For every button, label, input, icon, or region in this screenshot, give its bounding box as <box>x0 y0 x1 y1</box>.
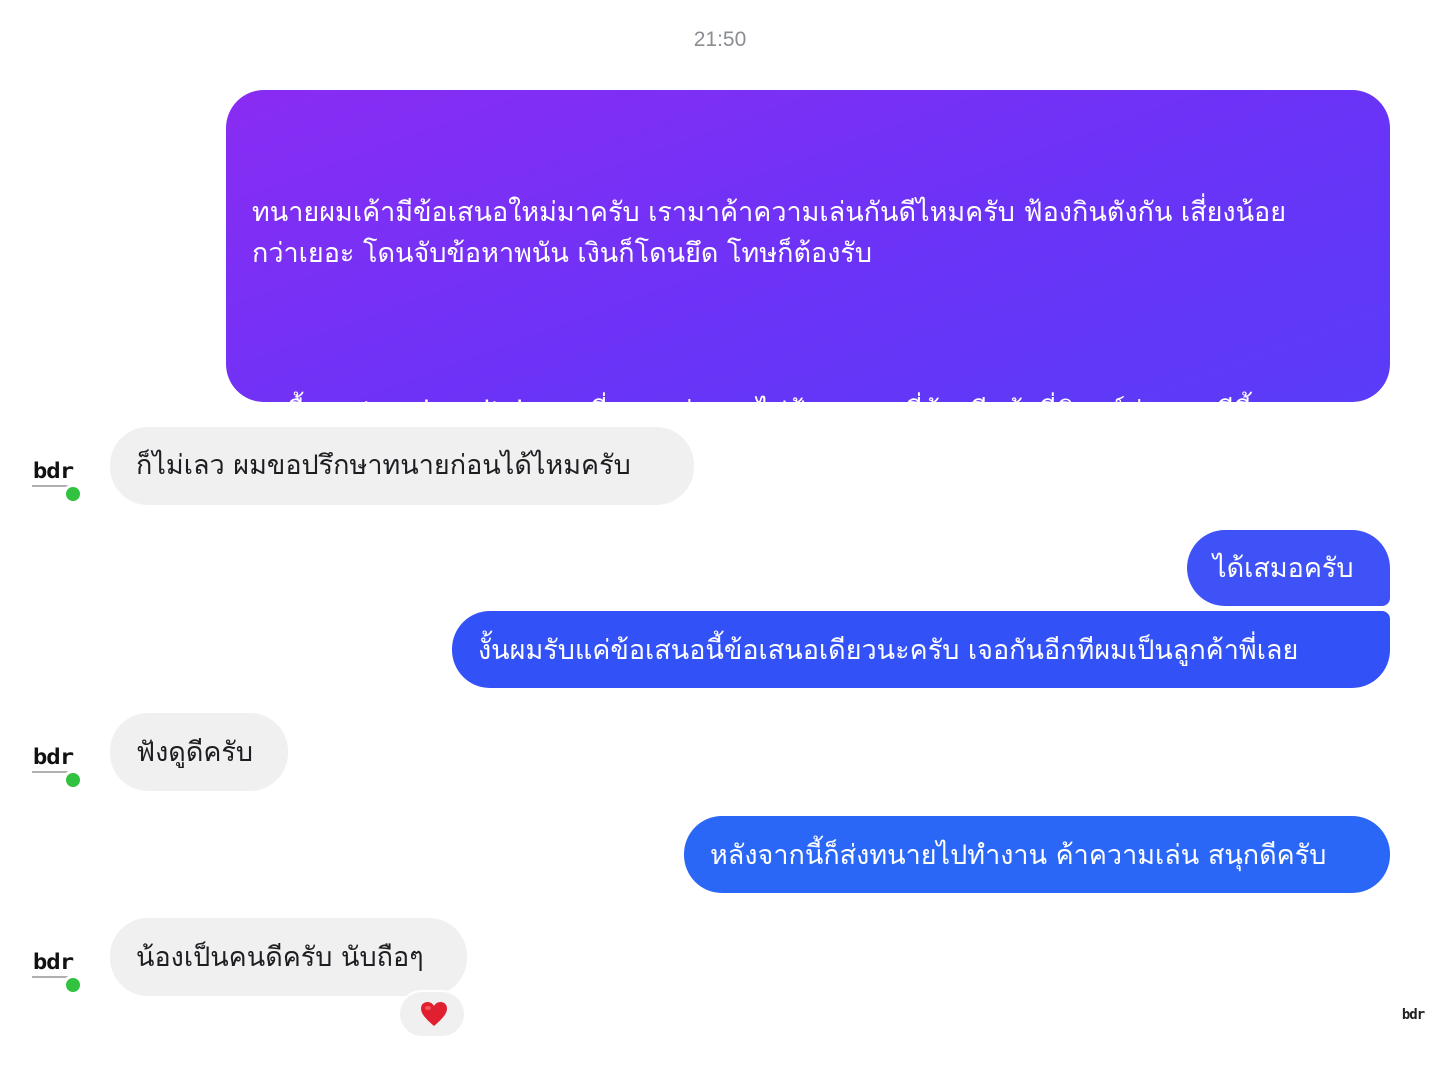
outgoing-message-bubble[interactable]: หลังจากนี้ก็ส่งทนายไปทำงาน ค้าความเล่น ส… <box>684 816 1390 893</box>
contact-avatar[interactable]: bdr <box>24 936 83 995</box>
online-status-dot <box>63 975 83 995</box>
message-timestamp: 21:50 <box>693 28 747 51</box>
online-status-dot <box>63 770 83 790</box>
online-status-dot <box>63 484 83 504</box>
avatar-logo-text: bdr <box>32 458 74 484</box>
incoming-message-bubble[interactable]: ก็ไม่เลว ผมขอปรึกษาทนายก่อนได้ไหมครับ <box>110 427 694 505</box>
contact-avatar[interactable]: bdr <box>24 731 83 790</box>
heart-icon <box>421 1002 447 1026</box>
outgoing-message-bubble[interactable]: ทนายผมเค้ามีข้อเสนอใหม่มาครับ เรามาค้าคว… <box>226 90 1390 626</box>
chat-thread: 21:50 ทนายผมเค้ามีข้อเสนอใหม่มาครับ เราม… <box>0 0 1440 1071</box>
incoming-message-bubble[interactable]: น้องเป็นคนดีครับ นับถือๆ <box>110 918 467 996</box>
message-reaction[interactable] <box>398 990 466 1038</box>
avatar-logo-text: bdr <box>32 949 74 975</box>
outgoing-message-bubble[interactable]: ได้เสมอครับ <box>1187 530 1390 606</box>
incoming-message-bubble[interactable]: ฟังดูดีครับ <box>110 713 288 791</box>
read-receipt-avatar: bdr <box>1396 1000 1430 1034</box>
outgoing-message-bubble[interactable]: งั้นผมรับแค่ข้อเสนอนี้ข้อเสนอเดียวนะครับ… <box>452 611 1390 688</box>
message-paragraph: ทนายผมเค้ามีข้อเสนอใหม่มาครับ เรามาค้าคว… <box>252 197 1287 269</box>
contact-avatar[interactable]: bdr <box>24 445 83 504</box>
avatar-logo-text: bdr <box>32 744 74 770</box>
read-receipt-logo-text: bdr <box>1401 1007 1425 1023</box>
